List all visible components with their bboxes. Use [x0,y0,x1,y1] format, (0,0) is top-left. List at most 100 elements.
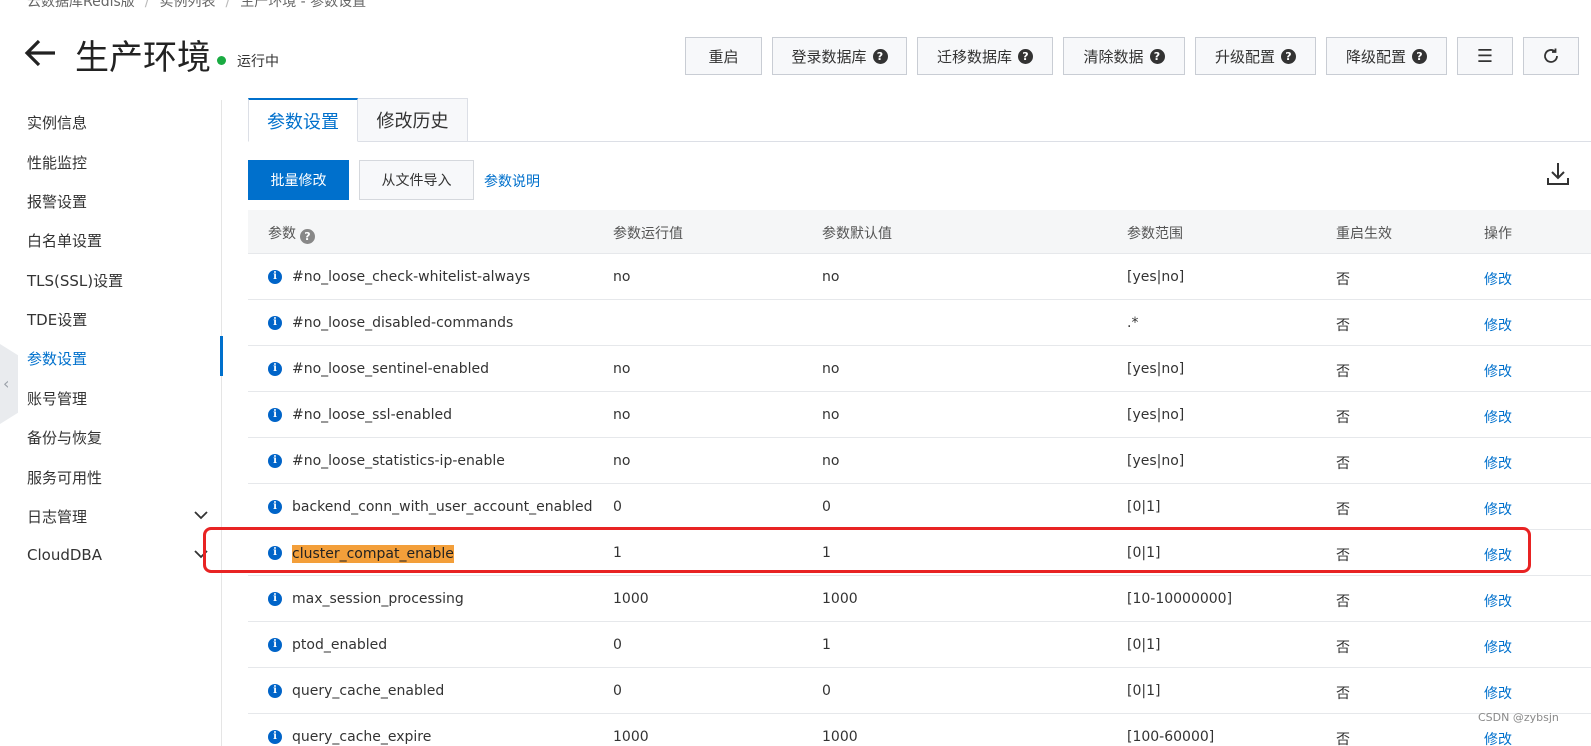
migrate-db-button[interactable]: 迁移数据库? [917,37,1053,75]
import-file-button[interactable]: 从文件导入 [359,160,474,200]
sidebar-item-tls[interactable]: TLS(SSL)设置 [27,270,123,291]
toolbar: 重启 登录数据库? 迁移数据库? 清除数据? 升级配置? 降级配置? ☰ [685,37,1579,75]
info-icon[interactable]: i [268,684,282,698]
watermark: CSDN @zybsjn [1478,711,1559,724]
sidebar-item-logs[interactable]: 日志管理 [27,506,87,527]
info-icon[interactable]: i [268,592,282,606]
sidebar-item-accounts[interactable]: 账号管理 [27,388,87,409]
default-value: no [822,361,840,377]
batch-modify-button[interactable]: 批量修改 [248,160,349,200]
running-value: 1000 [613,729,649,745]
sidebar-item-clouddba[interactable]: CloudDBA [27,546,102,564]
table-row: i #no_loose_sentinel-enabled no no [yes|… [248,346,1591,392]
restart-required: 否 [1336,456,1350,472]
default-value: 1 [822,637,831,653]
tab-history[interactable]: 修改历史 [358,98,468,142]
sidebar-item-availability[interactable]: 服务可用性 [27,467,102,488]
refresh-button[interactable] [1523,37,1579,75]
chevron-left-icon: ‹ [3,374,10,393]
restart-button[interactable]: 重启 [685,37,762,75]
help-icon[interactable]: ? [300,229,315,244]
info-icon[interactable]: i [268,500,282,514]
login-db-button[interactable]: 登录数据库? [772,37,907,75]
restart-required: 否 [1336,502,1350,518]
modify-link[interactable]: 修改 [1484,637,1512,657]
sidebar-item-tde[interactable]: TDE设置 [27,309,87,330]
info-icon[interactable]: i [268,454,282,468]
menu-button[interactable]: ☰ [1457,37,1513,75]
sidebar-item-alerts[interactable]: 报警设置 [27,191,87,212]
param-range: [yes|no] [1127,453,1185,469]
sidebar-item-whitelist[interactable]: 白名单设置 [27,230,102,251]
param-name: cluster_compat_enable [292,545,454,563]
param-help-link[interactable]: 参数说明 [484,171,540,191]
sidebar-item-backup[interactable]: 备份与恢复 [27,427,102,448]
modify-link[interactable]: 修改 [1484,729,1512,746]
running-value: 0 [613,637,622,653]
breadcrumb-item: 生产环境 - 参数设置 [240,0,367,10]
param-range: [0|1] [1127,545,1161,561]
running-value: no [613,453,631,469]
refresh-icon [1544,48,1558,63]
param-range: [100-60000] [1127,729,1215,745]
status-dot-icon [217,56,226,65]
modify-link[interactable]: 修改 [1484,407,1512,427]
page: 云数据库Redis版 / 实例列表 / 生产环境 - 参数设置 生产环境 运行中 重启 … [0,0,1591,746]
downgrade-config-button[interactable]: 降级配置? [1326,37,1447,75]
running-value: no [613,269,631,285]
help-icon: ? [1412,48,1427,64]
param-range: [0|1] [1127,637,1161,653]
chevron-down-icon[interactable] [193,546,209,562]
clear-data-button[interactable]: 清除数据? [1063,37,1185,75]
default-value: 0 [822,683,831,699]
running-value: 0 [613,499,622,515]
status-text: 运行中 [237,54,279,70]
back-arrow-icon[interactable] [24,36,58,70]
modify-link[interactable]: 修改 [1484,269,1512,289]
table-row: i #no_loose_ssl-enabled no no [yes|no] 否… [248,392,1591,438]
modify-link[interactable]: 修改 [1484,683,1512,703]
info-icon[interactable]: i [268,408,282,422]
sidebar-item-instance-info[interactable]: 实例信息 [27,112,87,133]
modify-link[interactable]: 修改 [1484,545,1512,565]
tab-params[interactable]: 参数设置 [248,98,358,142]
info-icon[interactable]: i [268,270,282,284]
restart-required: 否 [1336,364,1350,380]
default-value: 1000 [822,729,858,745]
breadcrumb-item[interactable]: 实例列表 [160,0,216,10]
running-value: no [613,407,631,423]
chevron-down-icon[interactable] [193,507,209,523]
modify-link[interactable]: 修改 [1484,453,1512,473]
info-icon[interactable]: i [268,316,282,330]
restart-required: 否 [1336,272,1350,288]
info-icon[interactable]: i [268,546,282,560]
tab-bar: 参数设置 修改历史 [248,98,1591,142]
sidebar-collapse-handle[interactable]: ‹ [0,344,18,424]
breadcrumb: 云数据库Redis版 / 实例列表 / 生产环境 - 参数设置 [27,0,366,11]
param-name: #no_loose_sentinel-enabled [292,361,490,377]
download-icon[interactable] [1545,160,1571,188]
modify-link[interactable]: 修改 [1484,361,1512,381]
breadcrumb-item[interactable]: 云数据库Redis版 [27,0,135,10]
table-header: 参数? 参数运行值 参数默认值 参数范围 重启生效 操作 [248,210,1591,254]
sidebar-item-params[interactable]: 参数设置 [27,348,87,369]
info-icon[interactable]: i [268,730,282,744]
param-name: #no_loose_statistics-ip-enable [292,453,505,469]
header-restart: 重启生效 [1336,226,1392,242]
modify-link[interactable]: 修改 [1484,499,1512,519]
upgrade-config-button[interactable]: 升级配置? [1195,37,1316,75]
table-row: i max_session_processing 1000 1000 [10-1… [248,576,1591,622]
default-value: no [822,407,840,423]
info-icon[interactable]: i [268,362,282,376]
sidebar: 实例信息 性能监控 报警设置 白名单设置 TLS(SSL)设置 TDE设置 参数… [0,100,222,746]
table-row: i #no_loose_disabled-commands .* 否 修改 [248,300,1591,346]
param-range: [0|1] [1127,683,1161,699]
sidebar-item-performance[interactable]: 性能监控 [27,152,87,173]
info-icon[interactable]: i [268,638,282,652]
default-value: 1 [822,545,831,561]
table-row: i #no_loose_statistics-ip-enable no no [… [248,438,1591,484]
modify-link[interactable]: 修改 [1484,315,1512,335]
header-range: 参数范围 [1127,226,1183,242]
modify-link[interactable]: 修改 [1484,591,1512,611]
param-range: [0|1] [1127,499,1161,515]
